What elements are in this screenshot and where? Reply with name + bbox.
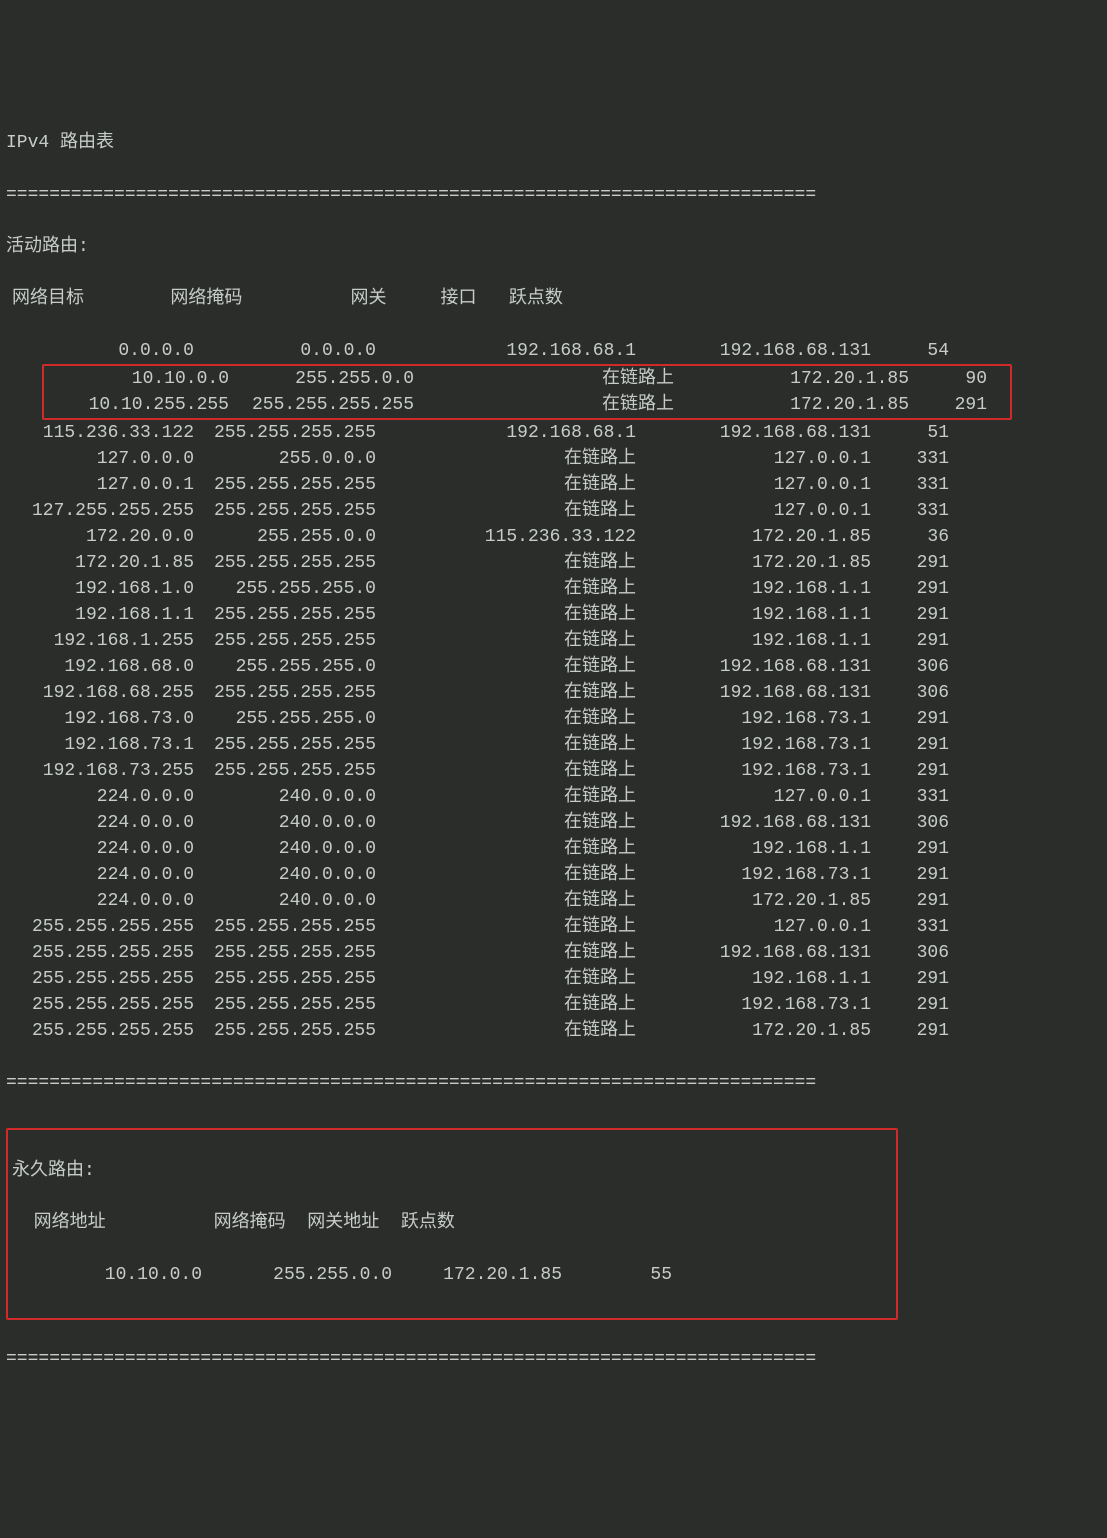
title-line: IPv4 路由表 [6, 130, 1101, 156]
table-row: 255.255.255.255255.255.255.255在链路上127.0.… [6, 914, 1101, 940]
active-routes-label: 活动路由: [6, 234, 1101, 260]
permanent-routes-highlight: 永久路由: 网络地址 网络掩码 网关地址 跃点数 10.10.0.0255.25… [6, 1128, 898, 1320]
table-row: 224.0.0.0240.0.0.0在链路上127.0.0.1331 [6, 784, 1101, 810]
active-headers: 网络目标 网络掩码 网关 接口 跃点数 [6, 286, 1101, 312]
table-row: 172.20.1.85255.255.255.255在链路上172.20.1.8… [6, 550, 1101, 576]
table-row: 10.10.255.255255.255.255.255在链路上172.20.1… [54, 392, 1010, 418]
permanent-headers: 网络地址 网络掩码 网关地址 跃点数 [12, 1210, 892, 1236]
terminal-output: IPv4 路由表 ===============================… [0, 104, 1107, 1408]
divider-bot: ========================================… [6, 1346, 1101, 1372]
table-row: 224.0.0.0240.0.0.0在链路上192.168.68.131306 [6, 810, 1101, 836]
table-row: 255.255.255.255255.255.255.255在链路上192.16… [6, 966, 1101, 992]
table-row: 224.0.0.0240.0.0.0在链路上172.20.1.85291 [6, 888, 1101, 914]
highlighted-routes: 10.10.0.0255.255.0.0在链路上172.20.1.859010.… [42, 364, 1012, 420]
permanent-routes-label: 永久路由: [12, 1158, 892, 1184]
table-row: 192.168.73.0255.255.255.0在链路上192.168.73.… [6, 706, 1101, 732]
active-route-table: 0.0.0.00.0.0.0192.168.68.1192.168.68.131… [6, 338, 1101, 1044]
table-row: 172.20.0.0255.255.0.0115.236.33.122172.2… [6, 524, 1101, 550]
table-row: 224.0.0.0240.0.0.0在链路上192.168.73.1291 [6, 862, 1101, 888]
table-row: 10.10.0.0255.255.0.0在链路上172.20.1.8590 [54, 366, 1010, 392]
table-row: 192.168.1.255255.255.255.255在链路上192.168.… [6, 628, 1101, 654]
table-row: 192.168.1.1255.255.255.255在链路上192.168.1.… [6, 602, 1101, 628]
table-row: 192.168.73.255255.255.255.255在链路上192.168… [6, 758, 1101, 784]
table-row: 10.10.0.0255.255.0.0172.20.1.8555 [12, 1262, 892, 1288]
permanent-route-table: 10.10.0.0255.255.0.0172.20.1.8555 [12, 1262, 892, 1288]
table-row: 127.255.255.255255.255.255.255在链路上127.0.… [6, 498, 1101, 524]
table-row: 192.168.1.0255.255.255.0在链路上192.168.1.12… [6, 576, 1101, 602]
divider-top: ========================================… [6, 182, 1101, 208]
table-row: 255.255.255.255255.255.255.255在链路上192.16… [6, 940, 1101, 966]
table-row: 255.255.255.255255.255.255.255在链路上192.16… [6, 992, 1101, 1018]
table-row: 0.0.0.00.0.0.0192.168.68.1192.168.68.131… [6, 338, 1101, 364]
table-row: 127.0.0.1255.255.255.255在链路上127.0.0.1331 [6, 472, 1101, 498]
table-row: 115.236.33.122255.255.255.255192.168.68.… [6, 420, 1101, 446]
table-row: 192.168.68.0255.255.255.0在链路上192.168.68.… [6, 654, 1101, 680]
table-row: 192.168.73.1255.255.255.255在链路上192.168.7… [6, 732, 1101, 758]
table-row: 255.255.255.255255.255.255.255在链路上172.20… [6, 1018, 1101, 1044]
table-row: 127.0.0.0255.0.0.0在链路上127.0.0.1331 [6, 446, 1101, 472]
table-row: 192.168.68.255255.255.255.255在链路上192.168… [6, 680, 1101, 706]
divider-mid: ========================================… [6, 1070, 1101, 1096]
table-row: 224.0.0.0240.0.0.0在链路上192.168.1.1291 [6, 836, 1101, 862]
